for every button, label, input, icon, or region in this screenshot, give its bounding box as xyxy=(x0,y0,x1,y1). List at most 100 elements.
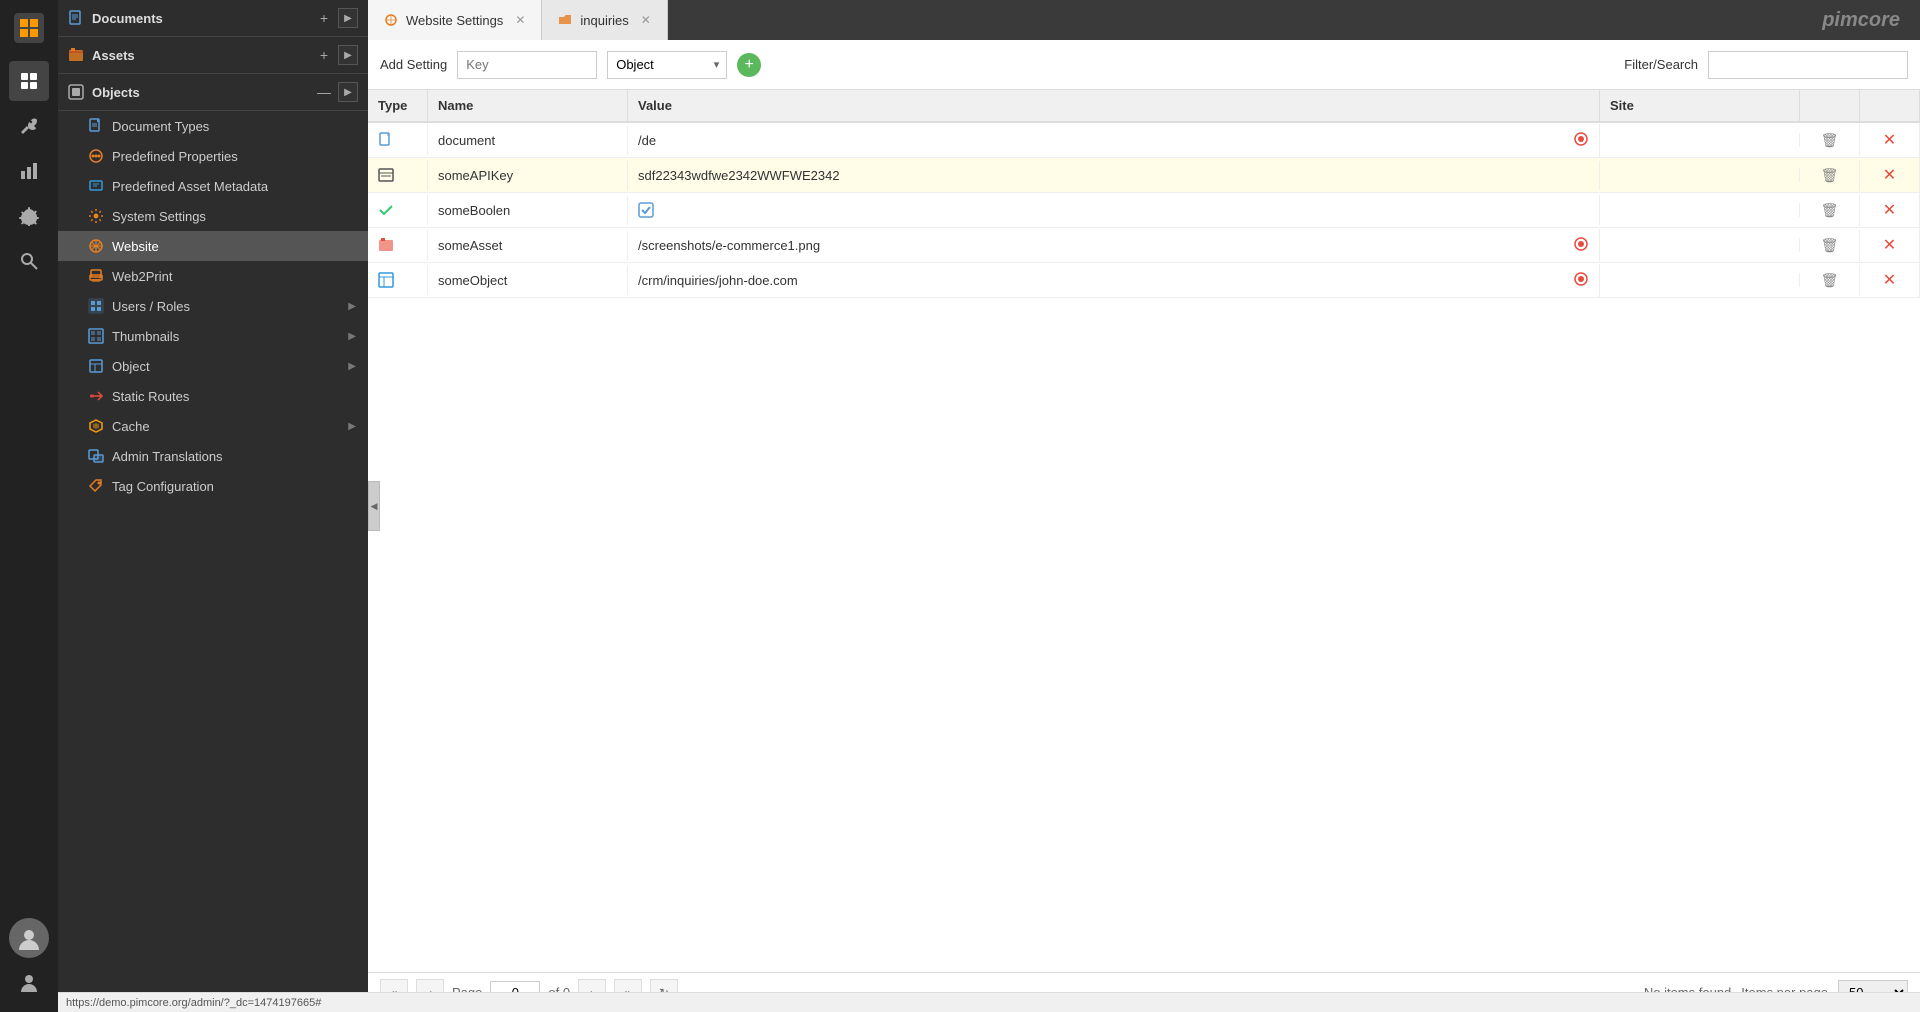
sidebar-item-object[interactable]: Object ▶ xyxy=(58,351,368,381)
sidebar-item-static-routes[interactable]: Static Routes xyxy=(58,381,368,411)
sidebar-item-web2print[interactable]: Web2Print xyxy=(58,261,368,291)
tab-inquiries-label: inquiries xyxy=(580,13,628,28)
sidebar-item-thumbnails[interactable]: Thumbnails ▶ xyxy=(58,321,368,351)
apikey-row-icon xyxy=(378,167,394,183)
delete-apikey-btn[interactable]: 🗑 xyxy=(1821,167,1839,184)
tab-website-settings[interactable]: Website Settings ✕ xyxy=(368,0,542,40)
tag-config-icon xyxy=(88,478,104,494)
admin-translations-label: Admin Translations xyxy=(112,449,223,464)
logo-icon xyxy=(11,10,47,46)
users-roles-label: Users / Roles xyxy=(112,299,190,314)
predefined-properties-label: Predefined Properties xyxy=(112,149,238,164)
collapse-sidebar-btn[interactable]: ◀ xyxy=(368,481,380,531)
filter-input[interactable] xyxy=(1708,51,1908,79)
website-icon xyxy=(88,238,104,254)
documents-icon xyxy=(68,10,84,26)
avatar[interactable] xyxy=(9,918,49,958)
remove-document-btn[interactable]: ✕ xyxy=(1883,130,1896,150)
delete-asset-btn[interactable]: 🗑 xyxy=(1821,237,1839,254)
objects-title: Objects xyxy=(68,84,140,100)
cell-site-apikey xyxy=(1600,168,1800,182)
nav-home[interactable] xyxy=(9,61,49,101)
remove-boolean-btn[interactable]: ✕ xyxy=(1883,200,1896,220)
add-button[interactable]: + xyxy=(737,53,761,77)
documents-expand-btn[interactable]: ▶ xyxy=(338,8,358,28)
sidebar-item-admin-translations[interactable]: Admin Translations xyxy=(58,441,368,471)
website-label: Website xyxy=(112,239,159,254)
nav-chart[interactable] xyxy=(9,151,49,191)
cell-remove-boolean: ✕ xyxy=(1860,193,1920,227)
red-target-icon2 xyxy=(1573,236,1589,252)
delete-boolean-btn[interactable]: 🗑 xyxy=(1821,202,1839,219)
cell-remove-asset: ✕ xyxy=(1860,228,1920,262)
type-select[interactable]: Object Document Asset Boolean Text xyxy=(607,51,727,79)
documents-title: Documents xyxy=(68,10,163,26)
objects-expand-btn[interactable]: ▶ xyxy=(338,82,358,102)
documents-section: Documents + ▶ xyxy=(58,0,368,37)
cell-type-apikey xyxy=(368,160,428,190)
cell-type-object xyxy=(368,265,428,295)
tab-inquiries-close[interactable]: ✕ xyxy=(641,13,651,27)
grid-header: Type Name Value Site xyxy=(368,90,1920,123)
users-roles-arrow: ▶ xyxy=(348,301,356,312)
tab-website-settings-label: Website Settings xyxy=(406,13,503,28)
predefined-props-icon xyxy=(88,148,104,164)
sidebar-item-document-types[interactable]: Document Types xyxy=(58,111,368,141)
users-roles-icon xyxy=(88,298,104,314)
tag-configuration-label: Tag Configuration xyxy=(112,479,214,494)
remove-object-btn[interactable]: ✕ xyxy=(1883,270,1896,290)
cell-delete-object: 🗑 xyxy=(1800,265,1860,296)
cell-type-document xyxy=(368,125,428,155)
sidebar-item-cache[interactable]: Cache ▶ xyxy=(58,411,368,441)
admin-translations-icon xyxy=(88,448,104,464)
assets-add-btn[interactable]: + xyxy=(314,45,334,65)
add-setting-label: Add Setting xyxy=(380,57,447,72)
cell-name-asset: someAsset xyxy=(428,231,628,260)
tab-website-settings-close[interactable]: ✕ xyxy=(515,13,525,27)
check-value-icon xyxy=(638,202,654,218)
col-actions1 xyxy=(1800,90,1860,121)
sidebar-item-users-roles[interactable]: Users / Roles ▶ xyxy=(58,291,368,321)
remove-asset-btn[interactable]: ✕ xyxy=(1883,235,1896,255)
objects-actions: — ▶ xyxy=(314,82,358,102)
cell-value-asset: /screenshots/e-commerce1.png xyxy=(628,229,1600,262)
remove-apikey-btn[interactable]: ✕ xyxy=(1883,165,1896,185)
object-icon xyxy=(88,358,104,374)
table-row: someObject /crm/inquiries/john-doe.com 🗑… xyxy=(368,263,1920,298)
cell-site-object xyxy=(1600,273,1800,287)
assets-expand-btn[interactable]: ▶ xyxy=(338,45,358,65)
toolbar: Add Setting Object Document Asset Boolea… xyxy=(368,40,1920,90)
system-settings-icon xyxy=(88,208,104,224)
nav-wrench[interactable] xyxy=(9,106,49,146)
tab-bar: Website Settings ✕ inquiries ✕ pimcore xyxy=(368,0,1920,40)
table-row: someBoolen 🗑 ✕ xyxy=(368,193,1920,228)
documents-add-btn[interactable]: + xyxy=(314,8,334,28)
key-input[interactable] xyxy=(457,51,597,79)
document-row-icon xyxy=(378,132,394,148)
delete-document-btn[interactable]: 🗑 xyxy=(1821,132,1839,149)
nav-settings[interactable] xyxy=(9,196,49,236)
system-settings-label: System Settings xyxy=(112,209,206,224)
red-dot-object xyxy=(1573,271,1589,290)
sidebar-item-predefined-properties[interactable]: Predefined Properties xyxy=(58,141,368,171)
sidebar-item-website[interactable]: Website xyxy=(58,231,368,261)
col-type: Type xyxy=(368,90,428,121)
tab-inquiries[interactable]: inquiries ✕ xyxy=(542,0,667,40)
cell-delete-boolean: 🗑 xyxy=(1800,195,1860,226)
sidebar-item-predefined-asset-metadata[interactable]: Predefined Asset Metadata xyxy=(58,171,368,201)
assets-icon xyxy=(68,47,84,63)
cell-name-apikey: someAPIKey xyxy=(428,161,628,190)
sidebar-item-system-settings[interactable]: System Settings xyxy=(58,201,368,231)
user-icon[interactable] xyxy=(9,962,49,1002)
nav-search[interactable] xyxy=(9,241,49,281)
type-select-wrap: Object Document Asset Boolean Text xyxy=(607,51,727,79)
static-routes-icon xyxy=(88,388,104,404)
data-grid: Type Name Value Site document /de xyxy=(368,90,1920,972)
cell-name-boolean: someBoolen xyxy=(428,196,628,225)
sidebar-item-tag-configuration[interactable]: Tag Configuration xyxy=(58,471,368,501)
objects-icon xyxy=(68,84,84,100)
delete-object-btn[interactable]: 🗑 xyxy=(1821,272,1839,289)
cell-type-boolean xyxy=(368,195,428,225)
objects-collapse-btn[interactable]: — xyxy=(314,82,334,102)
red-dot-asset xyxy=(1573,236,1589,255)
